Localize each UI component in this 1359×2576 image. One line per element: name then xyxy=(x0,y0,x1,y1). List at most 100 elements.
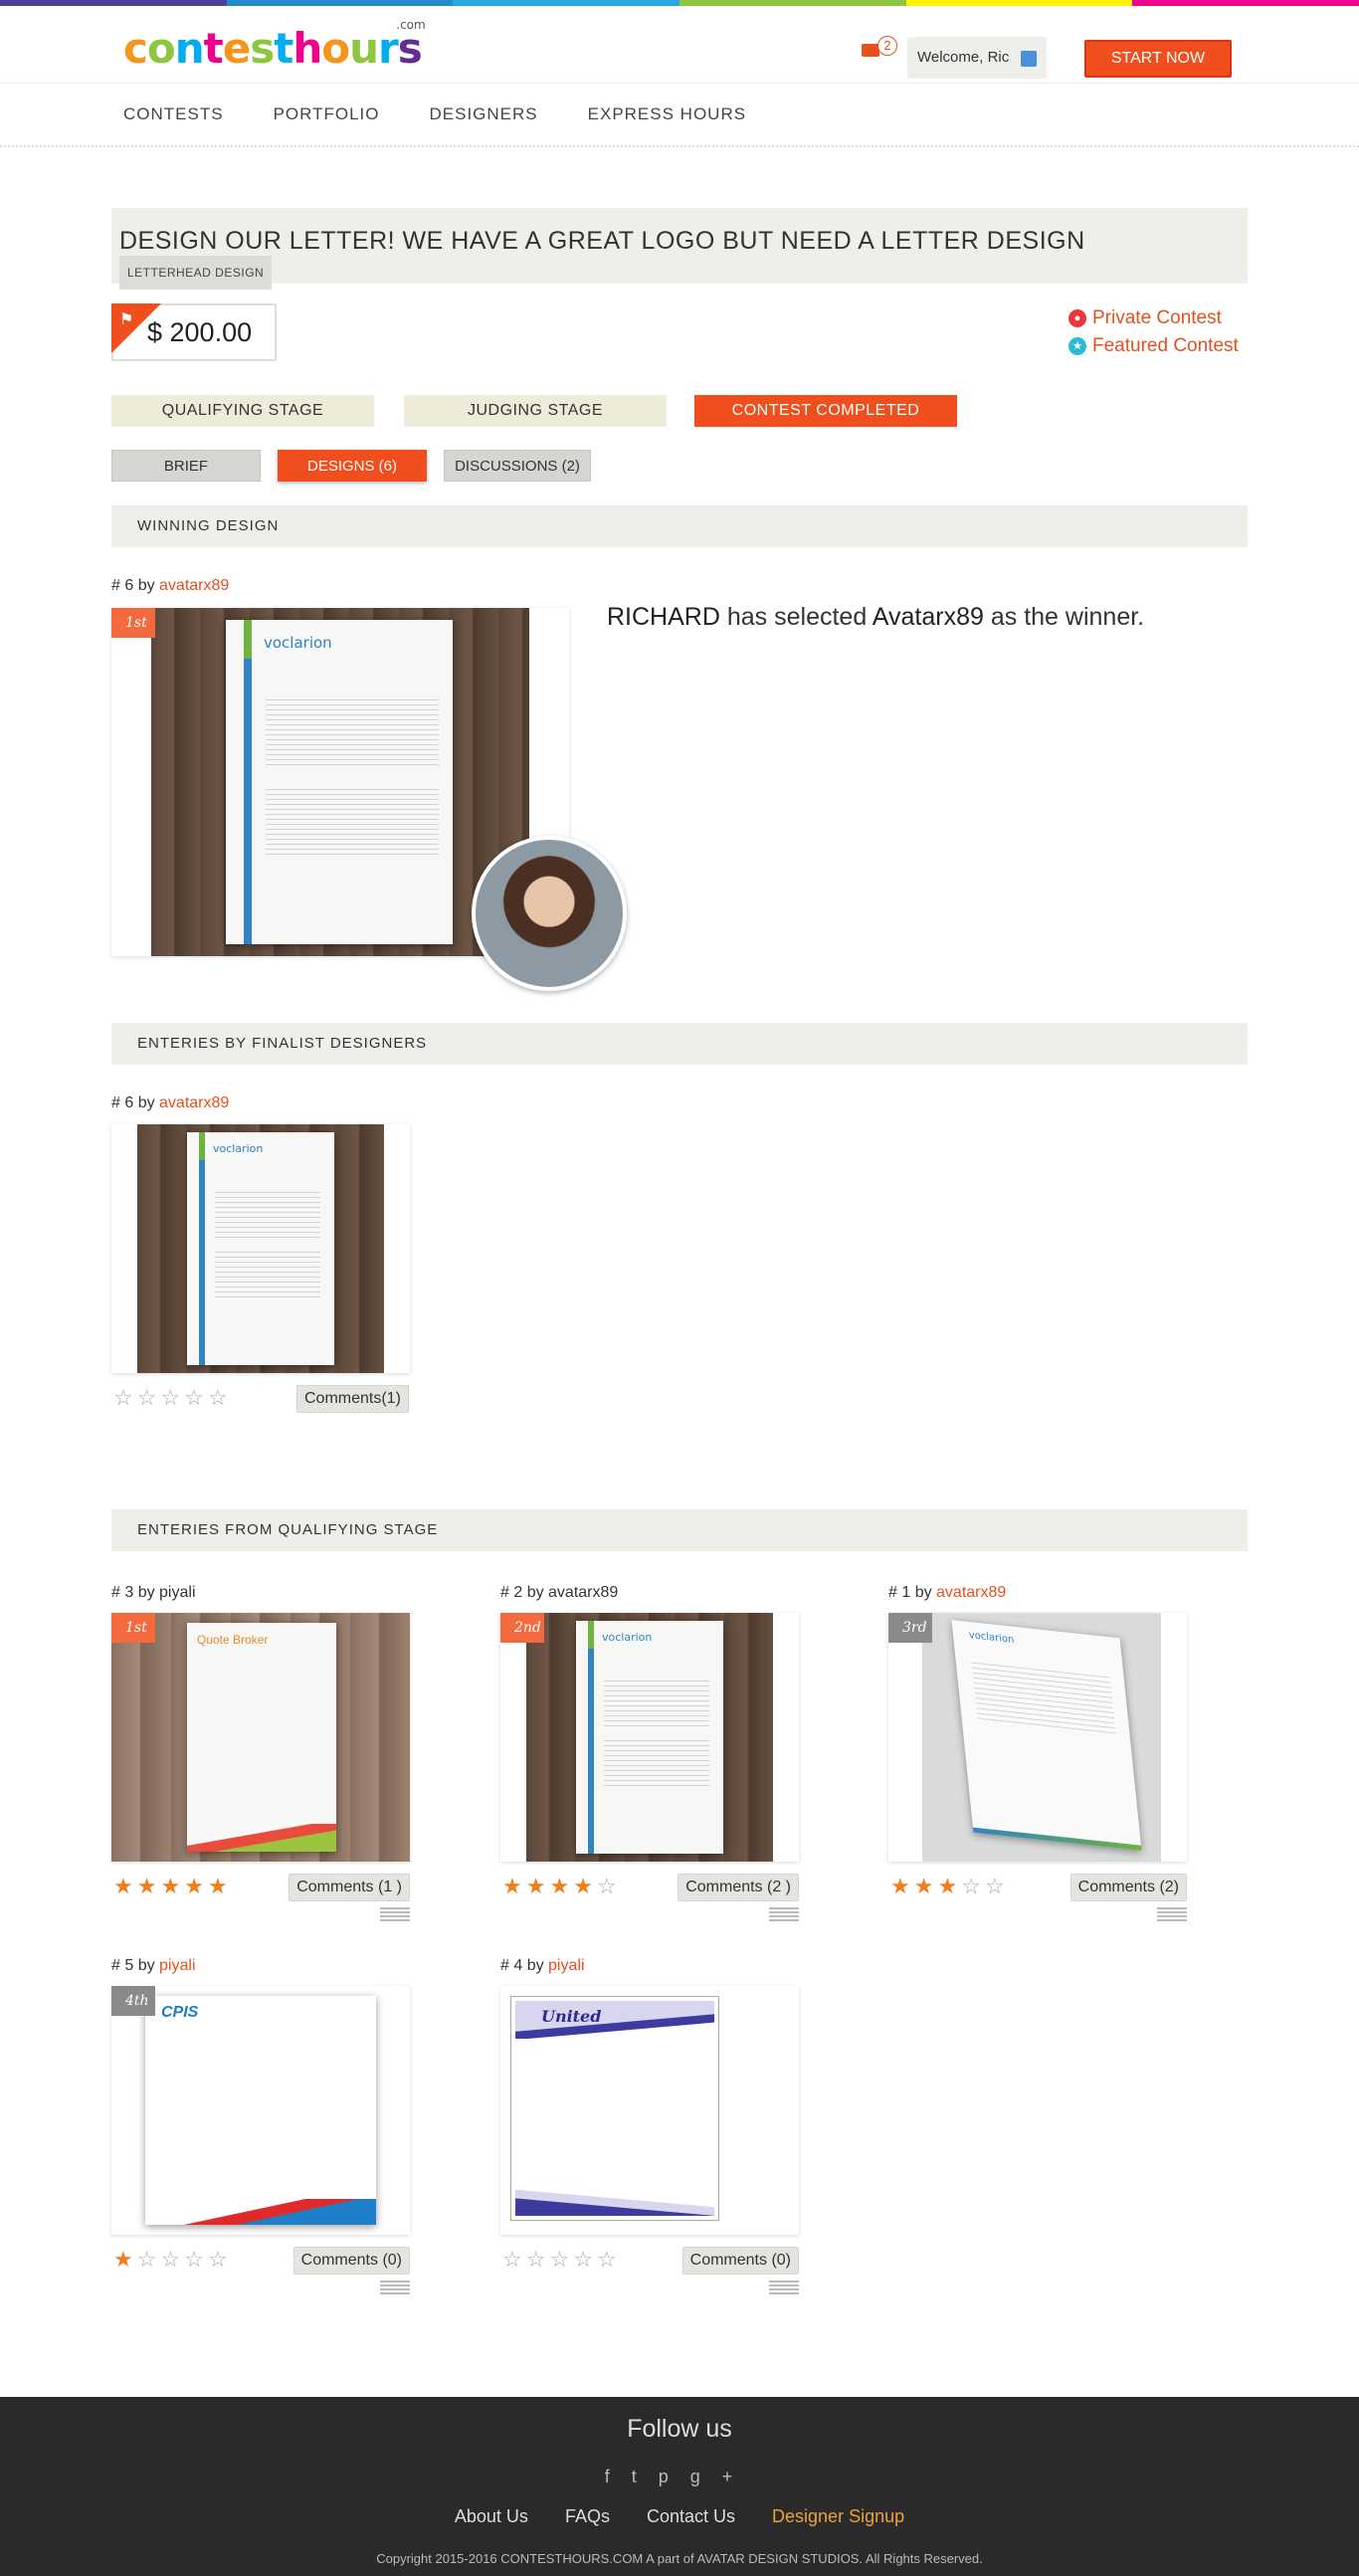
entry-comments-button[interactable]: Comments (1 ) xyxy=(289,1874,410,1901)
entry-author-link[interactable]: avatarx89 xyxy=(936,1584,1006,1601)
entry-rating[interactable]: ☆☆☆☆☆ xyxy=(502,2247,621,2273)
stage-judging[interactable]: JUDGING STAGE xyxy=(404,395,667,427)
letterhead-text xyxy=(604,1740,709,1790)
star-icon[interactable]: ★ xyxy=(137,1874,161,1898)
twitter-icon[interactable]: t xyxy=(632,2467,659,2486)
winning-author-link[interactable]: avatarx89 xyxy=(159,577,229,594)
star-icon[interactable]: ★ xyxy=(573,1874,597,1898)
star-icon[interactable]: ☆ xyxy=(549,2247,573,2272)
star-icon[interactable]: ★ xyxy=(549,1874,573,1898)
facebook-icon[interactable]: f xyxy=(605,2467,632,2486)
entry-comments-button[interactable]: Comments (0) xyxy=(292,2247,410,2275)
letterhead-footer-wave xyxy=(515,2190,714,2216)
finalist-rating[interactable]: ☆☆☆☆☆ xyxy=(113,1385,232,1411)
tab-brief[interactable]: BRIEF xyxy=(111,450,261,482)
finalist-design-image[interactable]: voclarion xyxy=(137,1124,384,1373)
letterhead-sheet: voclarion xyxy=(951,1620,1142,1851)
qualifying-design-card[interactable]: Quote Broker 1st xyxy=(111,1613,410,1862)
letterhead-stripe xyxy=(244,620,252,944)
entry-rating[interactable]: ★☆☆☆☆ xyxy=(113,2247,232,2273)
rank-badge: 4th xyxy=(111,1986,155,2016)
drag-handle-icon[interactable] xyxy=(769,2280,799,2294)
footer-designer-signup-link[interactable]: Designer Signup xyxy=(772,2506,904,2526)
drag-handle-icon[interactable] xyxy=(1157,1907,1187,1921)
star-icon[interactable]: ★ xyxy=(937,1874,961,1898)
featured-contest[interactable]: ★ Featured Contest xyxy=(1068,332,1239,360)
star-icon[interactable]: ☆ xyxy=(113,1385,137,1410)
footer-contact-link[interactable]: Contact Us xyxy=(647,2506,735,2526)
star-icon[interactable]: ★ xyxy=(914,1874,938,1898)
star-icon[interactable]: ☆ xyxy=(985,1874,1009,1898)
contest-flags: ● Private Contest ★ Featured Contest xyxy=(1068,304,1239,360)
tab-discussions[interactable]: DISCUSSIONS (2) xyxy=(444,450,591,482)
winner-avatar[interactable] xyxy=(472,836,627,991)
star-icon[interactable]: ★ xyxy=(184,1874,208,1898)
entry-rating[interactable]: ★★★☆☆ xyxy=(890,1874,1009,1899)
star-icon[interactable]: ★ xyxy=(113,2247,137,2272)
pinterest-icon[interactable]: p xyxy=(659,2467,690,2486)
entry-author-link[interactable]: piyali xyxy=(548,1957,584,1974)
qualifying-design-card[interactable]: United xyxy=(500,1986,799,2235)
stage-qualifying[interactable]: QUALIFYING STAGE xyxy=(111,395,374,427)
qualifying-design-card[interactable]: CPIS 4th xyxy=(111,1986,410,2235)
design-thumbnail[interactable]: CPIS xyxy=(111,1986,410,2235)
footer-faqs-link[interactable]: FAQs xyxy=(565,2506,610,2526)
star-icon[interactable]: ★ xyxy=(208,1874,232,1898)
entry-author-link[interactable]: piyali xyxy=(159,1957,195,1974)
star-icon[interactable]: ★ xyxy=(113,1874,137,1898)
star-icon[interactable]: ☆ xyxy=(160,1385,184,1410)
star-icon[interactable]: ★ xyxy=(526,1874,550,1898)
qualifying-heading: ENTERIES FROM QUALIFYING STAGE xyxy=(111,1509,1248,1551)
qualifying-design-card[interactable]: voclarion 3rd xyxy=(888,1613,1187,1862)
entry-number: # 1 by xyxy=(888,1584,937,1601)
qualifying-design-card[interactable]: voclarion 2nd xyxy=(500,1613,799,1862)
design-thumbnail[interactable]: voclarion xyxy=(922,1613,1161,1862)
rank-badge: 3rd xyxy=(888,1613,932,1643)
qualifying-entry-label: # 3 by piyali xyxy=(111,1584,196,1602)
drag-handle-icon[interactable] xyxy=(769,1907,799,1921)
drag-handle-icon[interactable] xyxy=(380,1907,410,1921)
private-contest[interactable]: ● Private Contest xyxy=(1068,304,1239,332)
winner-name[interactable]: Avatarx89 xyxy=(873,603,984,631)
entry-author-link[interactable]: piyali xyxy=(159,1584,195,1601)
entry-rating[interactable]: ★★★★☆ xyxy=(502,1874,621,1899)
star-icon[interactable]: ★ xyxy=(502,1874,526,1898)
design-thumbnail[interactable]: voclarion xyxy=(526,1613,773,1862)
winner-message-end: as the winner. xyxy=(983,603,1145,631)
star-icon[interactable]: ☆ xyxy=(184,2247,208,2272)
stage-completed[interactable]: CONTEST COMPLETED xyxy=(694,395,957,427)
star-icon[interactable]: ☆ xyxy=(208,1385,232,1410)
star-icon[interactable]: ☆ xyxy=(160,2247,184,2272)
design-thumbnail[interactable]: Quote Broker xyxy=(111,1613,410,1862)
star-icon[interactable]: ☆ xyxy=(961,1874,985,1898)
letterhead-text xyxy=(266,699,439,769)
google-plus-icon[interactable]: g+ xyxy=(690,2467,755,2486)
star-icon[interactable]: ☆ xyxy=(526,2247,550,2272)
design-thumbnail[interactable]: United xyxy=(510,1996,719,2221)
star-icon[interactable]: ☆ xyxy=(597,1874,621,1898)
finalist-design-card[interactable]: voclarion xyxy=(111,1124,410,1373)
winner-message-middle: has selected xyxy=(719,603,873,631)
star-icon[interactable]: ☆ xyxy=(208,2247,232,2272)
star-icon[interactable]: ☆ xyxy=(597,2247,621,2272)
site-footer: Follow us ftpg+ About Us FAQs Contact Us… xyxy=(0,2397,1359,2576)
entry-comments-button[interactable]: Comments (2 ) xyxy=(678,1874,799,1901)
star-icon[interactable]: ☆ xyxy=(137,2247,161,2272)
category-tag[interactable]: LETTERHEAD DESIGN xyxy=(119,256,273,290)
star-icon[interactable]: ★ xyxy=(160,1874,184,1898)
star-icon[interactable]: ★ xyxy=(890,1874,914,1898)
tab-designs[interactable]: DESIGNS (6) xyxy=(278,450,427,482)
letterhead-stripe xyxy=(588,1621,594,1854)
finalist-author-link[interactable]: avatarx89 xyxy=(159,1094,229,1111)
footer-about-link[interactable]: About Us xyxy=(455,2506,528,2526)
entry-rating[interactable]: ★★★★★ xyxy=(113,1874,232,1899)
finalist-comments-button[interactable]: Comments(1) xyxy=(296,1385,409,1413)
entry-comments-button[interactable]: Comments (0) xyxy=(681,2247,799,2275)
star-icon[interactable]: ☆ xyxy=(502,2247,526,2272)
star-icon[interactable]: ☆ xyxy=(137,1385,161,1410)
star-icon[interactable]: ☆ xyxy=(573,2247,597,2272)
entry-comments-button[interactable]: Comments (2) xyxy=(1069,1874,1187,1901)
star-icon[interactable]: ☆ xyxy=(184,1385,208,1410)
entry-author-link[interactable]: avatarx89 xyxy=(548,1584,618,1601)
drag-handle-icon[interactable] xyxy=(380,2280,410,2294)
